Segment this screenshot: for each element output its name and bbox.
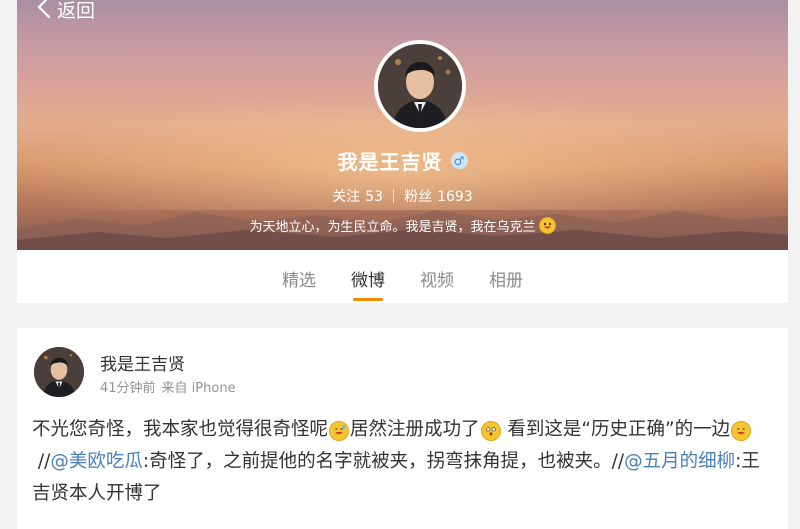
- profile-name-row: 我是王吉贤 ♂: [17, 146, 788, 175]
- profile-name: 我是王吉贤: [337, 150, 443, 174]
- post-time: 41分钟前: [100, 381, 156, 396]
- post-avatar[interactable]: [34, 347, 84, 397]
- profile-tabs: 精选 微博 视频 相册: [17, 250, 788, 303]
- followers-count: 1693: [437, 189, 473, 205]
- post-text: 不光您奇怪，我本家也觉得很奇怪呢 居然注册成功了 看到这是“历史正确”的一边 //…: [32, 414, 777, 510]
- post-card: 我是王吉贤 41分钟前 来自 iPhone 不光您奇怪，我本家也觉得很奇怪呢 居然…: [17, 328, 788, 529]
- profile-stats: 关注 53 粉丝 1693: [17, 186, 788, 206]
- chevron-left-icon: [37, 0, 51, 22]
- post-text-1: 不光您奇怪，我本家也觉得很奇怪呢: [32, 419, 329, 440]
- smile-emoji: [731, 421, 752, 441]
- post-source: 来自 iPhone: [161, 381, 236, 396]
- post-text-5: :奇怪了，之前提他的名字就被夹，拐弯抹角提，也被夹。//: [142, 451, 625, 472]
- following-stat[interactable]: 关注 53: [332, 186, 383, 206]
- post-text-4: //: [37, 451, 51, 472]
- back-button[interactable]: 返回: [37, 0, 95, 24]
- post-text-3: 看到这是“历史正确”的一边: [507, 419, 731, 440]
- tab-featured[interactable]: 精选: [282, 266, 316, 303]
- followers-label: 粉丝: [404, 189, 433, 205]
- male-icon: ♂: [450, 152, 468, 169]
- sweat-smile-emoji: [329, 421, 350, 441]
- avatar-image: [378, 44, 462, 128]
- post-author[interactable]: 我是王吉贤: [100, 350, 185, 375]
- profile-bio: 为天地立心，为生民立命。我是吉贤，我在乌克兰: [17, 216, 788, 235]
- grin-emoji: [538, 217, 556, 234]
- following-count: 53: [365, 189, 384, 205]
- stats-divider: [393, 189, 395, 203]
- tab-weibo[interactable]: 微博: [351, 266, 385, 303]
- profile-banner: 返回 我是王吉贤 ♂ 关注 53 粉丝 1693 为天地立心，为生民立命。我是吉…: [17, 0, 788, 250]
- mention-link-1[interactable]: @美欧吃瓜: [50, 451, 143, 472]
- profile-avatar[interactable]: [374, 40, 466, 132]
- bio-text: 为天地立心，为生民立命。我是吉贤，我在乌克兰: [249, 220, 536, 235]
- post-meta: 41分钟前 来自 iPhone: [100, 377, 236, 396]
- mention-link-2[interactable]: @五月的细柳: [624, 451, 735, 472]
- surprised-emoji: [480, 421, 501, 441]
- followers-stat[interactable]: 粉丝 1693: [404, 186, 473, 206]
- following-label: 关注: [332, 189, 361, 205]
- back-label: 返回: [57, 0, 96, 22]
- post-text-2: 居然注册成功了: [350, 419, 480, 440]
- tab-video[interactable]: 视频: [420, 266, 454, 303]
- tab-album[interactable]: 相册: [489, 266, 523, 303]
